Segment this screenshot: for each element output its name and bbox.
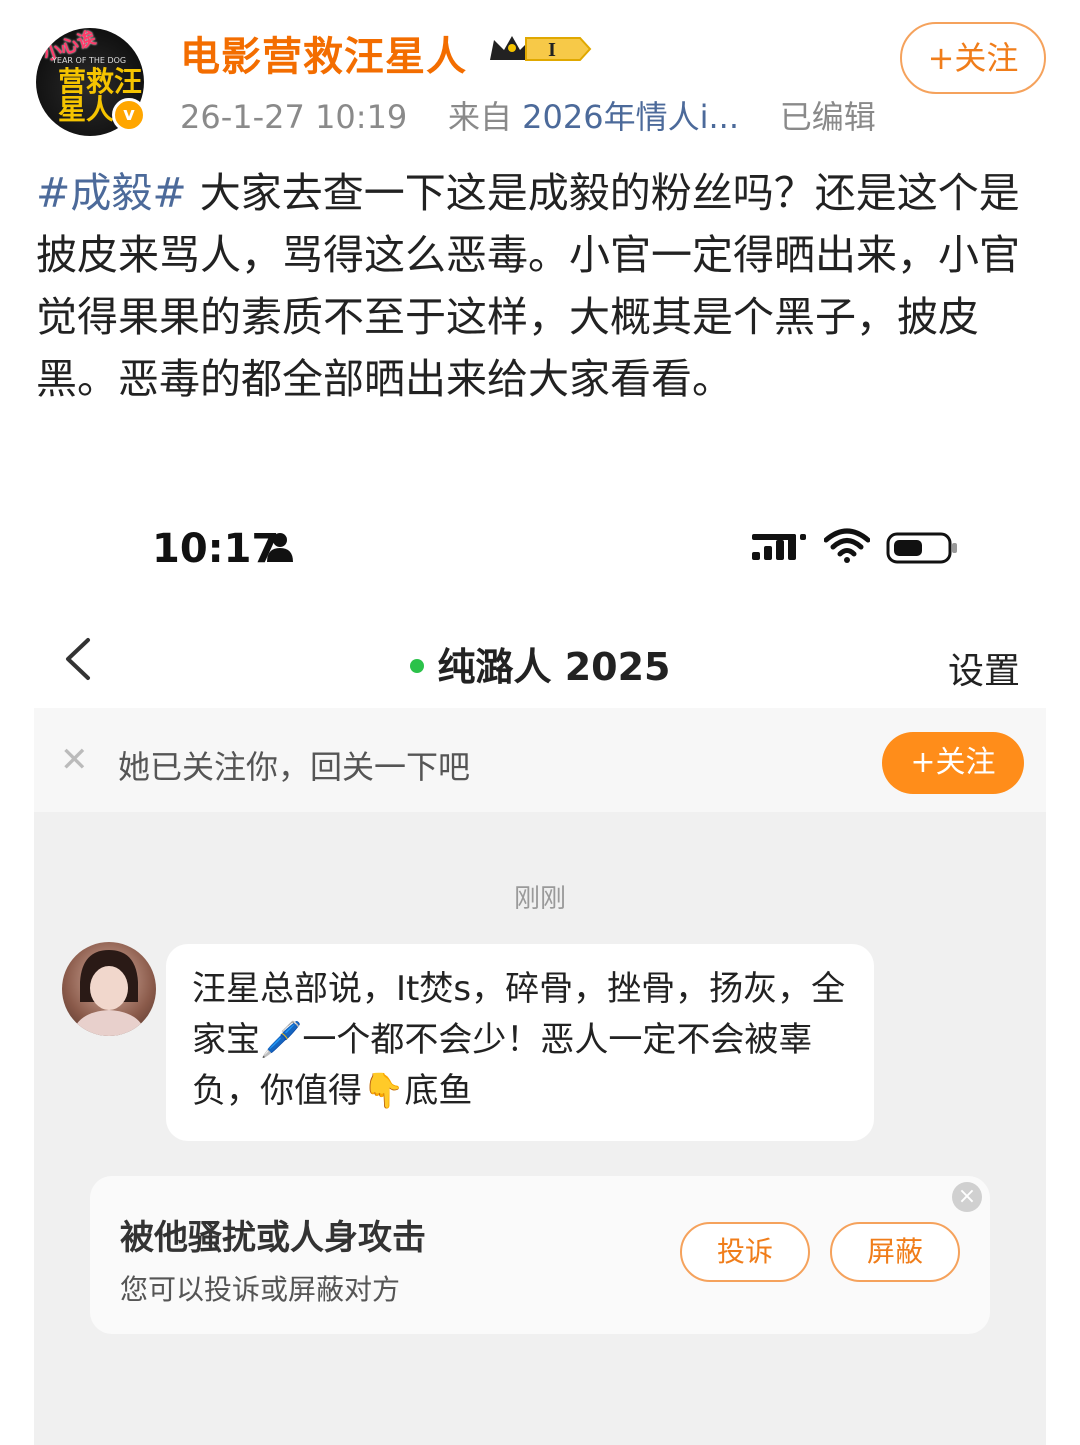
report-close-icon[interactable]: × bbox=[952, 1182, 982, 1212]
wifi-icon bbox=[824, 528, 870, 563]
level-crown-badge-icon: I bbox=[490, 36, 592, 61]
chat-title: 纯潞人 2025 bbox=[34, 636, 1046, 691]
follow-back-text: 她已关注你，回关一下吧 bbox=[118, 748, 471, 786]
phone-status-bar: 10:17 bbox=[34, 520, 1046, 580]
username[interactable]: 电影营救汪星人 bbox=[180, 24, 467, 82]
report-title: 被他骚扰或人身攻击 bbox=[120, 1218, 426, 1258]
status-time: 10:17 bbox=[152, 526, 280, 572]
report-subtitle: 您可以投诉或屏蔽对方 bbox=[120, 1273, 401, 1306]
block-button[interactable]: 屏蔽 bbox=[830, 1222, 960, 1282]
battery-icon bbox=[886, 532, 957, 564]
post-timestamp: 26-1-27 10:19 bbox=[180, 98, 408, 136]
source-prefix: 来自 bbox=[447, 98, 512, 136]
follow-button[interactable]: +关注 bbox=[900, 22, 1046, 94]
report-button[interactable]: 投诉 bbox=[680, 1222, 810, 1282]
chat-title-text: 纯潞人 2025 bbox=[437, 645, 671, 689]
person-icon bbox=[267, 533, 293, 562]
post-meta: 26-1-27 10:19 来自 2026年情人i... 已编辑 bbox=[180, 92, 876, 138]
chat-nav-bar: 纯潞人 2025 设置 bbox=[34, 608, 1046, 709]
avatar-small-text: YEAR OF THE DOG bbox=[52, 56, 127, 65]
online-status-dot-icon bbox=[409, 658, 424, 673]
edited-label: 已编辑 bbox=[779, 98, 876, 136]
post-header: 小心诶 YEAR OF THE DOG 营救汪星人 v 电影营救汪星人 I 26… bbox=[0, 0, 1080, 150]
cellular-signal-icon bbox=[752, 534, 806, 560]
close-icon[interactable]: ✕ bbox=[60, 743, 89, 777]
follow-back-button[interactable]: +关注 bbox=[882, 732, 1024, 794]
report-card: × 被他骚扰或人身攻击 您可以投诉或屏蔽对方 投诉 屏蔽 bbox=[90, 1176, 990, 1334]
post-source-link[interactable]: 2026年情人i... bbox=[522, 98, 739, 136]
settings-button[interactable]: 设置 bbox=[948, 642, 1020, 694]
sender-avatar-image bbox=[72, 950, 146, 1036]
sender-avatar[interactable] bbox=[62, 942, 156, 1036]
level-text: I bbox=[548, 39, 556, 61]
verified-icon: v bbox=[112, 98, 146, 132]
message-bubble[interactable]: 汪星总部说，It焚s，碎骨，挫骨，扬灰，全家宝🖊️一个都不会少！恶人一定不会被辜… bbox=[166, 944, 874, 1141]
follow-back-banner: ✕ 她已关注你，回关一下吧 +关注 bbox=[34, 708, 1046, 812]
message-timestamp: 刚刚 bbox=[513, 884, 566, 914]
hashtag-link[interactable]: #成毅# bbox=[36, 169, 187, 217]
post-body: #成毅# 大家去查一下这是成毅的粉丝吗？还是这个是披皮来骂人，骂得这么恶毒。小官… bbox=[36, 162, 1044, 410]
embedded-screenshot[interactable]: 10:17 纯潞人 2025 设置 ✕ 她已关注你，回关一下吧 +关注 刚刚 汪… bbox=[34, 500, 1046, 1445]
chat-area: 刚刚 汪星总部说，It焚s，碎骨，挫骨，扬灰，全家宝🖊️一个都不会少！恶人一定不… bbox=[34, 812, 1046, 1445]
